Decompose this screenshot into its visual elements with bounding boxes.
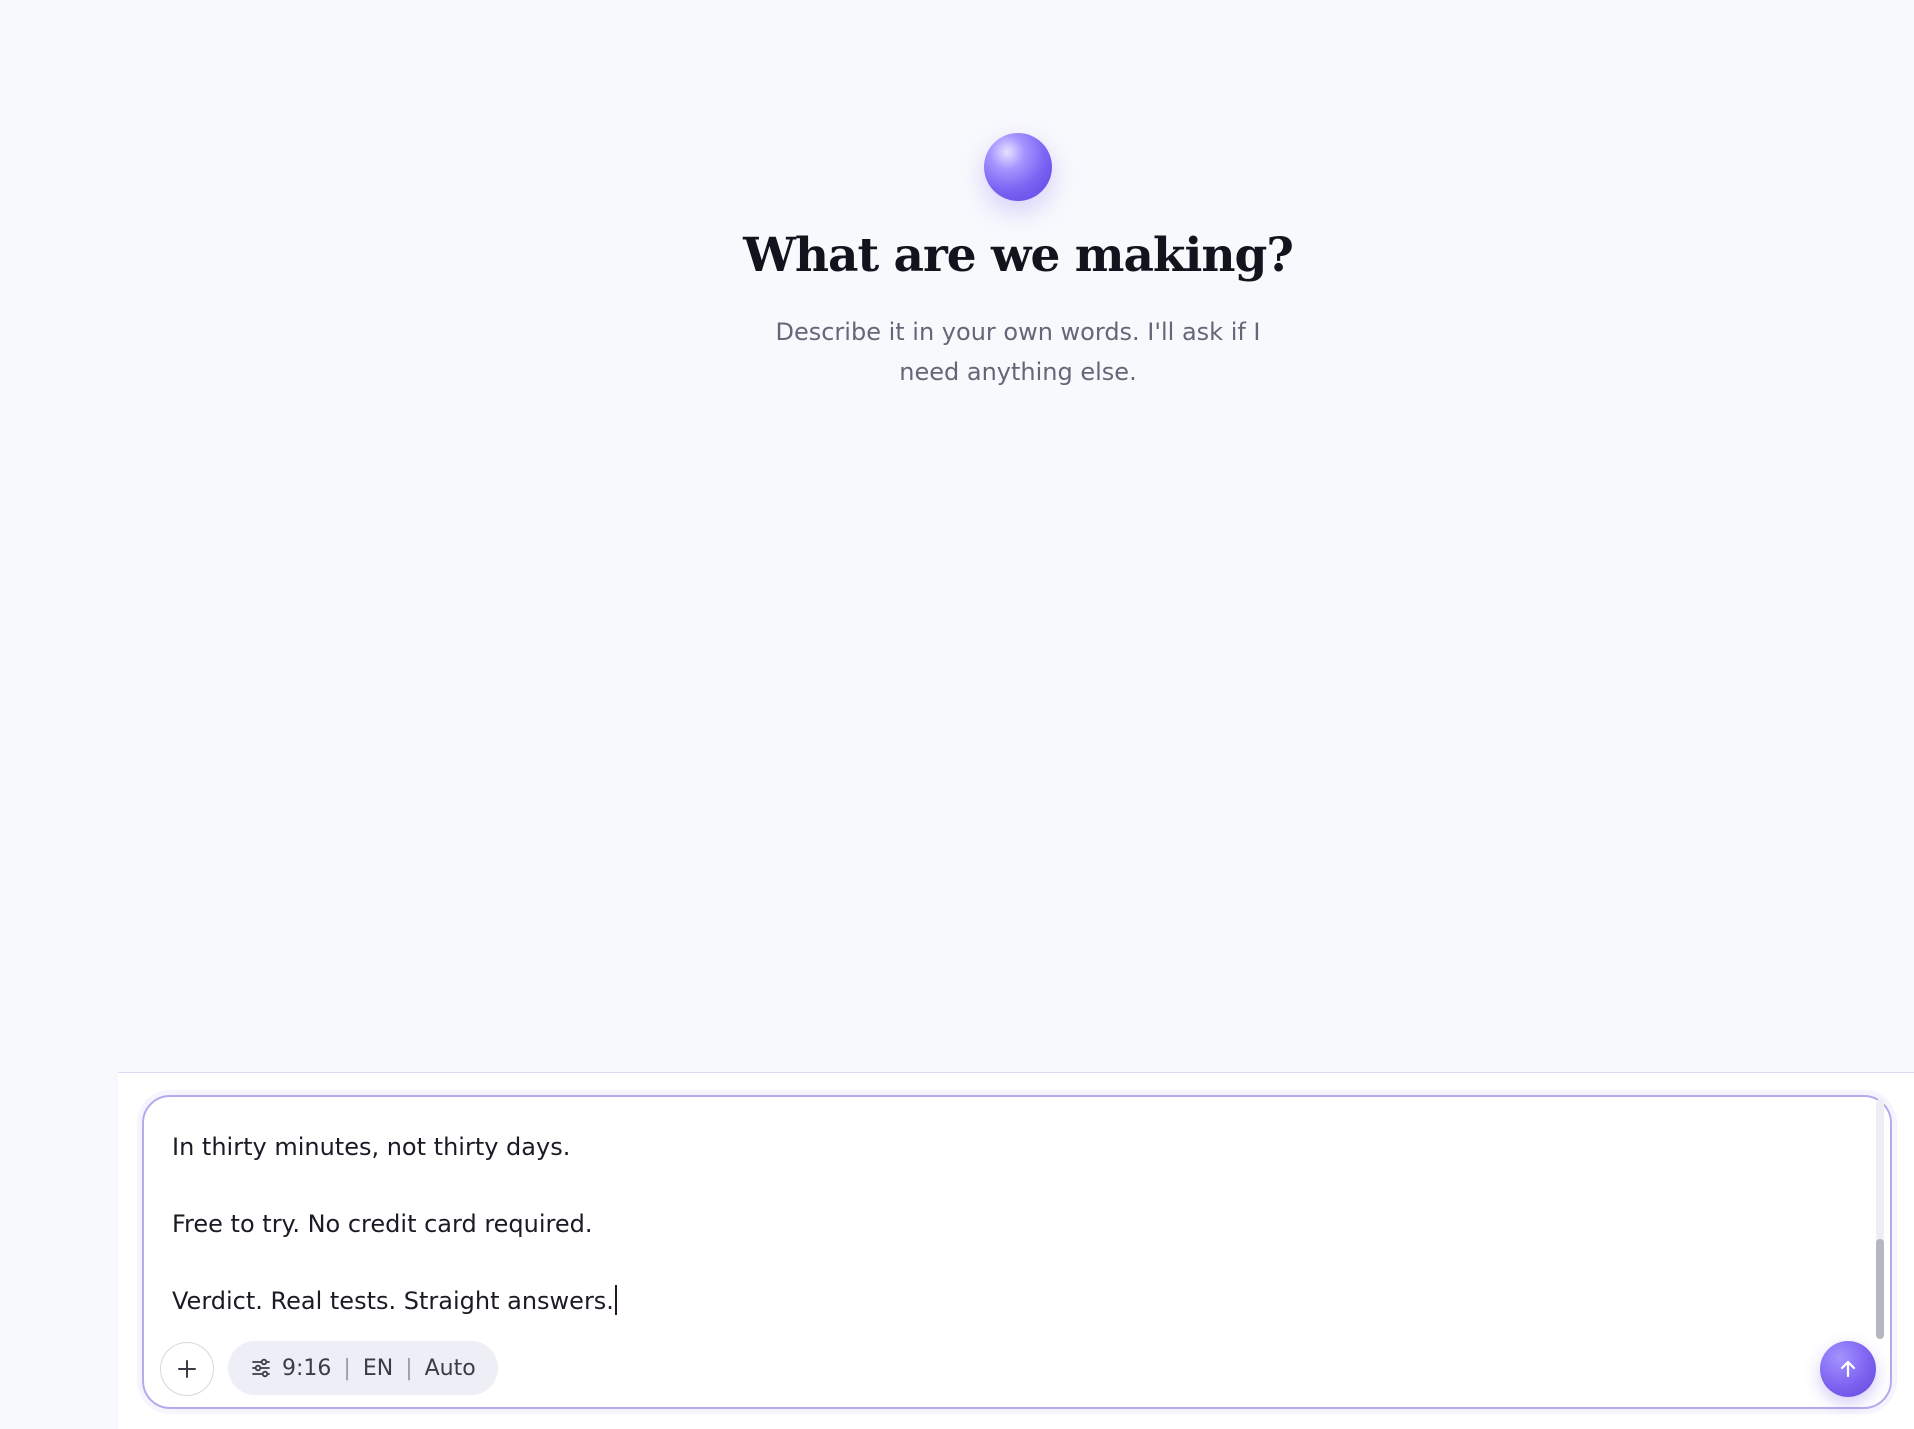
separator: | [343,1355,351,1381]
send-button[interactable] [1820,1341,1876,1397]
separator: | [405,1355,413,1381]
add-attachment-button[interactable] [160,1342,214,1396]
prompt-text-area[interactable]: In thirty minutes, not thirty days. Free… [172,1133,617,1315]
scrollbar-thumb[interactable] [1876,1239,1884,1339]
text-caret [614,1285,617,1315]
sliders-icon [252,1358,270,1378]
prompt-composer[interactable]: In thirty minutes, not thirty days. Free… [142,1095,1892,1409]
arrow-up-icon [1840,1360,1856,1378]
prompt-line: Free to try. No credit card required. [172,1210,593,1238]
prompt-line-last: Verdict. Real tests. Straight answers. [172,1285,617,1315]
mode-value: Auto [424,1355,476,1381]
composer-scrollbar[interactable] [1876,1099,1884,1339]
aspect-ratio-value: 9:16 [282,1355,332,1381]
page-title: What are we making? [743,228,1294,283]
generation-settings-button[interactable]: 9:16 | EN | Auto [228,1341,498,1395]
language-value: EN [362,1355,394,1381]
page-subtitle: Describe it in your own words. I'll ask … [775,318,1261,386]
composer-area: In thirty minutes, not thirty days. Free… [118,1072,1914,1429]
prompt-line: In thirty minutes, not thirty days. [172,1133,571,1161]
prompt-line-text: Verdict. Real tests. Straight answers. [172,1287,614,1315]
plus-icon [178,1360,196,1378]
assistant-orb-icon [984,133,1052,201]
